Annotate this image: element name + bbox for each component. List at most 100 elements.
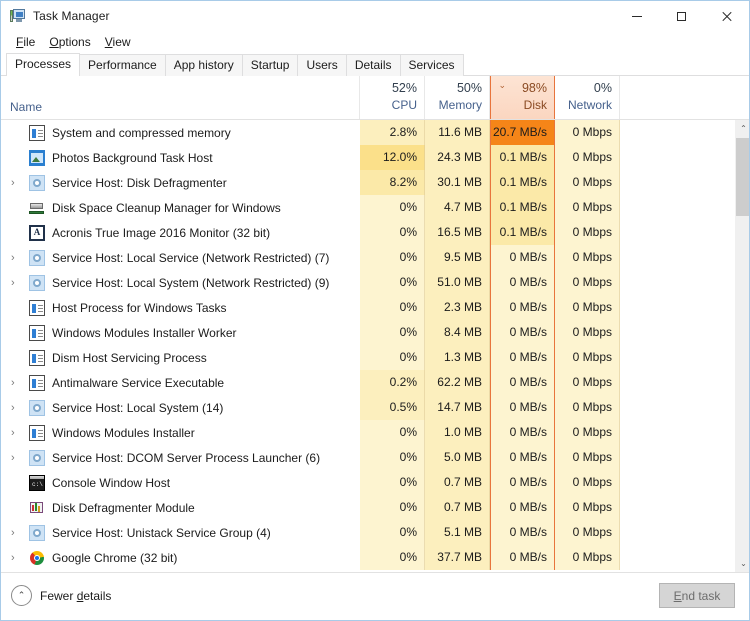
tab-services[interactable]: Services <box>399 54 464 76</box>
memory-value-cell: 11.6 MB <box>425 120 490 145</box>
process-name-cell[interactable]: › Service Host: Local Service (Network Re… <box>1 245 360 270</box>
cpu-value-cell: 0% <box>360 320 425 345</box>
table-row[interactable]: › Service Host: Local Service (Network Re… <box>1 245 734 270</box>
column-header-name-label: Name <box>10 100 43 114</box>
column-header-cpu[interactable]: 52% CPU <box>360 76 425 119</box>
column-header-memory-label: Memory <box>438 98 482 112</box>
tab-users[interactable]: Users <box>297 54 347 76</box>
process-name-cell[interactable]: Host Process for Windows Tasks <box>1 295 360 320</box>
table-row[interactable]: › Service Host: Unistack Service Group (4… <box>1 520 734 545</box>
minimize-button[interactable] <box>614 1 659 31</box>
table-row[interactable]: Console Window Host 0%0.7 MB0 MB/s0 Mbps <box>1 470 734 495</box>
expand-chevron-icon[interactable]: › <box>9 177 23 189</box>
menu-item-view[interactable]: View <box>98 33 138 51</box>
table-row[interactable]: Acronis True Image 2016 Monitor (32 bit)… <box>1 220 734 245</box>
tab-app-history[interactable]: App history <box>164 54 243 76</box>
memory-value-cell: 4.7 MB <box>425 195 490 220</box>
process-name-cell[interactable]: › Service Host: Disk Defragmenter <box>1 170 360 195</box>
expand-chevron-icon[interactable]: › <box>9 377 23 389</box>
memory-total-percent: 50% <box>456 81 482 95</box>
expand-chevron-icon[interactable]: › <box>9 402 23 414</box>
process-name-cell[interactable]: › Service Host: DCOM Server Process Launc… <box>1 445 360 470</box>
expand-chevron-icon[interactable]: › <box>9 427 23 439</box>
chrome-icon <box>29 550 45 566</box>
scrollbar-thumb[interactable] <box>736 138 749 216</box>
process-name-cell[interactable]: › Service Host: Local System (14) <box>1 395 360 420</box>
table-row[interactable]: › Google Chrome (32 bit) 0% 37.7 MB 0 MB/s 0 … <box>1 545 734 570</box>
process-name-cell[interactable]: › Google Chrome (32 bit) <box>1 545 360 570</box>
expand-chevron-icon[interactable]: › <box>9 452 23 464</box>
network-value-cell: 0 Mbps <box>555 520 620 545</box>
gear-icon <box>29 274 45 291</box>
expand-chevron-icon[interactable]: › <box>9 277 23 289</box>
table-row[interactable]: › Service Host: Disk Defragmenter 8.2% 30.1… <box>1 170 734 195</box>
tab-startup[interactable]: Startup <box>241 54 299 76</box>
menu-item-options[interactable]: Options <box>42 33 97 51</box>
photos-icon <box>29 149 45 166</box>
table-row[interactable]: › Service Host: Local System (14) 0.5% 14.7… <box>1 395 734 420</box>
tab-details[interactable]: Details <box>345 54 401 76</box>
process-name-cell[interactable]: System and compressed memory <box>1 120 360 145</box>
cpu-value-cell: 0% <box>360 345 425 370</box>
vertical-scrollbar[interactable]: ⌃ ⌄ <box>734 120 749 572</box>
process-name-cell[interactable]: › Service Host: Local System (Network Res… <box>1 270 360 295</box>
table-row[interactable]: › Service Host: DCOM Server Process Launc… <box>1 445 734 470</box>
console-icon <box>29 474 45 491</box>
expand-chevron-icon[interactable]: › <box>9 252 23 264</box>
memory-value-cell: 8.4 MB <box>425 320 490 345</box>
expand-chevron-icon[interactable]: › <box>9 527 23 539</box>
menu-item-file[interactable]: File <box>9 33 42 51</box>
table-row[interactable]: Disk Space Cleanup Manager for Windows 0%… <box>1 195 734 220</box>
process-name-cell[interactable]: Photos Background Task Host <box>1 145 360 170</box>
column-header-memory[interactable]: 50% Memory <box>425 76 490 119</box>
process-name-cell[interactable]: › Windows Modules Installer <box>1 420 360 445</box>
column-header-name[interactable]: Name <box>1 76 360 119</box>
row-filler <box>620 545 734 570</box>
gear-icon <box>29 449 45 466</box>
table-row[interactable]: Host Process for Windows Tasks 0% 2.3 MB 0 … <box>1 295 734 320</box>
expand-chevron-placeholder <box>9 127 23 139</box>
row-filler <box>620 495 734 520</box>
table-row[interactable]: › Antimalware Service Executable 0.2% 62.2 … <box>1 370 734 395</box>
table-row[interactable]: Windows Modules Installer Worker 0% 8.4 MB… <box>1 320 734 345</box>
column-header-network[interactable]: 0% Network <box>555 76 620 119</box>
memory-value-cell: 1.3 MB <box>425 345 490 370</box>
row-filler <box>620 445 734 470</box>
end-task-button[interactable]: End task <box>659 583 735 608</box>
scroll-up-arrow-icon[interactable]: ⌃ <box>735 120 749 137</box>
table-row[interactable]: Disk Defragmenter Module 0% 0.7 MB 0 MB/s 0 … <box>1 495 734 520</box>
table-row[interactable]: Dism Host Servicing Process 0% 1.3 MB 0 MB/… <box>1 345 734 370</box>
tab-details-label: Details <box>354 58 392 72</box>
fewer-details-button[interactable]: ⌃ Fewer details <box>11 585 111 606</box>
network-value-cell: 0 Mbps <box>555 445 620 470</box>
process-name-cell[interactable]: Disk Defragmenter Module <box>1 495 360 520</box>
process-name-cell[interactable]: Windows Modules Installer Worker <box>1 320 360 345</box>
maximize-button[interactable] <box>659 1 704 31</box>
tab-performance[interactable]: Performance <box>79 54 166 76</box>
memory-value-cell: 24.3 MB <box>425 145 490 170</box>
scroll-down-arrow-icon[interactable]: ⌄ <box>735 555 749 572</box>
column-header-cpu-label: CPU <box>391 98 417 112</box>
table-row[interactable]: › Windows Modules Installer 0% 1.0 MB 0 MB/s… <box>1 420 734 445</box>
column-header-disk[interactable]: ⌄ 98% Disk <box>490 76 555 119</box>
table-row[interactable]: System and compressed memory 2.8% 11.6 MB 2… <box>1 120 734 145</box>
process-name-cell[interactable]: Dism Host Servicing Process <box>1 345 360 370</box>
process-name-label: Host Process for Windows Tasks <box>52 300 227 315</box>
process-name-cell[interactable]: › Antimalware Service Executable <box>1 370 360 395</box>
disk-value-cell: 0 MB/s <box>490 370 555 395</box>
process-name-cell[interactable]: Disk Space Cleanup Manager for Windows <box>1 195 360 220</box>
table-row[interactable]: › Service Host: Local System (Network Res… <box>1 270 734 295</box>
process-name-cell[interactable]: › Service Host: Unistack Service Group (4… <box>1 520 360 545</box>
close-button[interactable] <box>704 1 749 31</box>
gear-icon <box>29 524 45 541</box>
network-value-cell: 0 Mbps <box>555 470 620 495</box>
menu-view-rest: iew <box>112 35 131 49</box>
process-name-cell[interactable]: Acronis True Image 2016 Monitor (32 bit) <box>1 220 360 245</box>
memory-value-cell: 51.0 MB <box>425 270 490 295</box>
row-filler <box>620 345 734 370</box>
table-row[interactable]: Photos Background Task Host 12.0% 24.3 MB 0… <box>1 145 734 170</box>
row-filler <box>620 320 734 345</box>
process-name-cell[interactable]: Console Window Host <box>1 470 360 495</box>
expand-chevron-icon[interactable]: › <box>9 552 23 564</box>
tab-processes[interactable]: Processes <box>6 53 81 77</box>
